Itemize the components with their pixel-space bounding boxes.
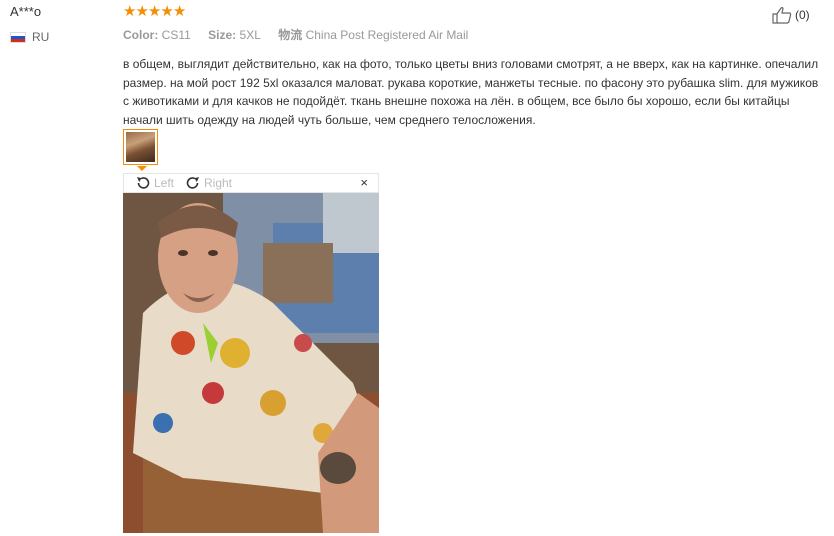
reviewer-name: A***o (10, 4, 42, 19)
star-icon: ★ (147, 3, 162, 20)
size-label: Size: (208, 28, 237, 42)
color-value: CS11 (161, 28, 191, 42)
shipping-label: 物流 (278, 28, 303, 42)
rotate-right-label: Right (204, 176, 233, 190)
feedback-text: в общем, выглядит действительно, как на … (123, 57, 819, 127)
star-rating: ★ ★ ★ ★ ★ (123, 3, 187, 20)
star-icon: ★ (135, 3, 149, 20)
color-label: Color: (123, 28, 159, 42)
close-viewer-button[interactable]: × (360, 175, 368, 191)
rotate-left-label: Left (154, 176, 175, 190)
thumbnail-pointer (137, 166, 147, 171)
star-icon: ★ (172, 3, 187, 20)
thumbs-up-icon (772, 7, 792, 24)
size-value: 5XL (239, 28, 261, 42)
rotate-left-icon (137, 177, 150, 189)
review-photo-image (123, 193, 379, 533)
image-viewer-toolbar: Left Right × (123, 173, 379, 193)
country-code: RU (32, 30, 50, 44)
russia-flag-icon (10, 31, 26, 43)
star-icon: ★ (160, 3, 174, 20)
photo-thumbnail[interactable] (123, 129, 158, 165)
rotate-right-icon (186, 177, 199, 189)
star-icon: ★ (123, 3, 137, 20)
review-photo (123, 193, 379, 533)
helpful-count: (0) (795, 8, 810, 22)
rotate-left-button[interactable]: Left (134, 174, 174, 192)
helpful-button[interactable]: (0) (772, 6, 810, 24)
order-meta: Color: CS11 Size: 5XL 物流 China Post Regi… (123, 26, 468, 43)
thumbnail-image (126, 132, 155, 162)
reviewer-country: RU (10, 30, 49, 44)
shipping-value: China Post Registered Air Mail (305, 28, 469, 42)
rotate-right-button[interactable]: Right (184, 174, 232, 192)
